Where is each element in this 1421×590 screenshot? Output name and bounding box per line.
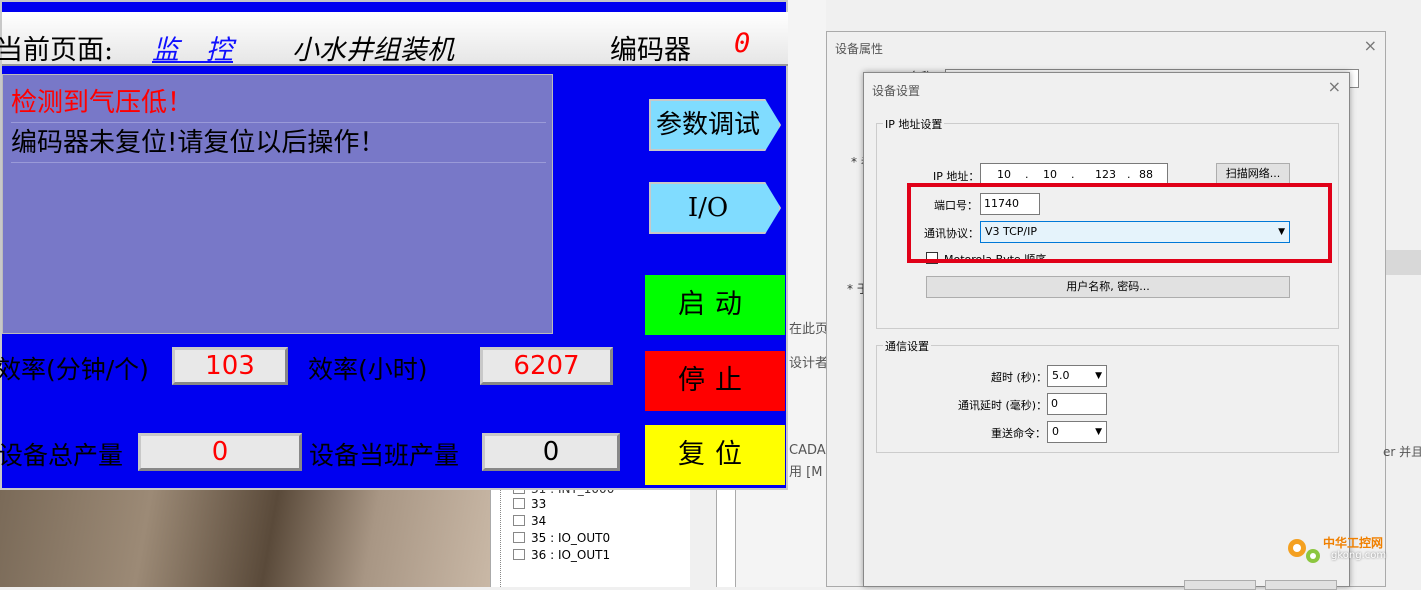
efficiency-hour-label: 效率(小时) bbox=[308, 355, 428, 384]
efficiency-min-value: 103 bbox=[172, 347, 288, 385]
watermark-domain: gkong.com bbox=[1331, 550, 1387, 561]
desktop-photo bbox=[0, 487, 490, 587]
scan-network-button[interactable]: 扫描网络... bbox=[1216, 163, 1290, 185]
efficiency-hour-value: 6207 bbox=[480, 347, 613, 385]
shift-output-label: 设备当班产量 bbox=[309, 441, 460, 470]
total-output-label: 设备总产量 bbox=[0, 441, 124, 470]
user-password-button[interactable]: 用户名称, 密码... bbox=[926, 276, 1290, 298]
tag-icon bbox=[513, 498, 525, 509]
dialog-title: 设备设置 bbox=[872, 84, 921, 98]
shift-output-value: 0 bbox=[482, 433, 620, 471]
ok-button[interactable] bbox=[1184, 580, 1256, 590]
red-highlight-box bbox=[907, 183, 1332, 263]
tag-icon bbox=[513, 532, 525, 543]
tag-tree: 31 : INT_1000 33 34 35 : IO_OUT0 36 : IO… bbox=[490, 482, 690, 587]
tree-item[interactable]: 35 : IO_OUT0 bbox=[513, 530, 610, 547]
close-icon[interactable]: × bbox=[1328, 77, 1341, 96]
timeout-value: 5.0 bbox=[1052, 369, 1070, 382]
text-fragment: CADA bbox=[789, 443, 826, 458]
site-watermark: 中华工控网 gkong.com bbox=[1283, 522, 1413, 572]
total-output-value: 0 bbox=[138, 433, 302, 471]
ip-label: IP 地址： bbox=[933, 170, 980, 183]
start-button[interactable]: 启动 bbox=[645, 275, 785, 335]
tree-item[interactable]: 33 bbox=[513, 496, 546, 513]
retry-select[interactable]: 0 ▼ bbox=[1047, 421, 1107, 443]
cancel-button[interactable] bbox=[1265, 580, 1337, 590]
encoder-value: 0 bbox=[734, 28, 751, 59]
comm-settings-group: 通信设置 bbox=[876, 338, 1339, 453]
dialog-title: 设备属性 bbox=[835, 42, 884, 56]
watermark-title: 中华工控网 bbox=[1323, 536, 1384, 550]
background-panel bbox=[1386, 250, 1421, 275]
close-icon[interactable]: × bbox=[1364, 36, 1377, 55]
param-debug-button[interactable]: 参数调试 bbox=[649, 99, 781, 151]
text-fragment: er 并且 bbox=[1383, 445, 1421, 459]
current-page-link[interactable]: 监 控 bbox=[152, 28, 233, 67]
hmi-header: 当前页面: 监 控 小水井组装机 编码器 0 bbox=[0, 12, 788, 67]
alarm-message: 编码器未复位!请复位以后操作！ bbox=[11, 123, 546, 163]
alarm-message: 检测到气压低！ bbox=[11, 83, 546, 123]
tree-item[interactable]: 34 bbox=[513, 513, 546, 530]
delay-input[interactable]: 0 bbox=[1047, 393, 1107, 415]
hmi-screen: 当前页面: 监 控 小水井组装机 编码器 0 检测到气压低！ 编码器未复位!请复… bbox=[0, 0, 788, 490]
reset-button[interactable]: 复位 bbox=[645, 425, 785, 485]
retry-value: 0 bbox=[1052, 425, 1059, 438]
text-fragment: 在此页 bbox=[789, 322, 829, 337]
ip-address-input[interactable]: 10 . 10 . 123 . 88 bbox=[980, 163, 1168, 185]
text-fragment: 用 [M bbox=[789, 465, 823, 480]
retry-label: 重送命令： bbox=[991, 427, 1046, 440]
device-settings-dialog: 设备设置 × IP 地址设置 IP 地址： 10 . 10 . 123 . 88… bbox=[863, 72, 1350, 587]
alarm-message-box: 检测到气压低！ 编码器未复位!请复位以后操作！ bbox=[2, 74, 553, 334]
encoder-label: 编码器 bbox=[610, 35, 691, 66]
gear-icon bbox=[1288, 539, 1320, 563]
tree-item[interactable]: 36 : IO_OUT1 bbox=[513, 547, 610, 564]
tree-connector bbox=[500, 487, 501, 587]
timeout-select[interactable]: 5.0 ▼ bbox=[1047, 365, 1107, 387]
efficiency-min-label: 效率(分钟/个) bbox=[0, 355, 149, 384]
current-page-label: 当前页面: bbox=[0, 35, 114, 66]
dropdown-arrow-icon: ▼ bbox=[1095, 427, 1102, 437]
timeout-label: 超时 (秒)： bbox=[991, 371, 1048, 384]
delay-label: 通讯延时 (毫秒)： bbox=[958, 399, 1048, 412]
io-button[interactable]: I/O bbox=[649, 182, 781, 234]
stop-button[interactable]: 停止 bbox=[645, 351, 785, 411]
tag-icon bbox=[513, 515, 525, 526]
machine-name: 小水井组装机 bbox=[292, 35, 454, 66]
group-label: IP 地址设置 bbox=[883, 116, 945, 132]
tag-icon bbox=[513, 549, 525, 560]
ruler bbox=[716, 487, 736, 587]
group-label: 通信设置 bbox=[883, 338, 931, 354]
dropdown-arrow-icon: ▼ bbox=[1095, 371, 1102, 381]
